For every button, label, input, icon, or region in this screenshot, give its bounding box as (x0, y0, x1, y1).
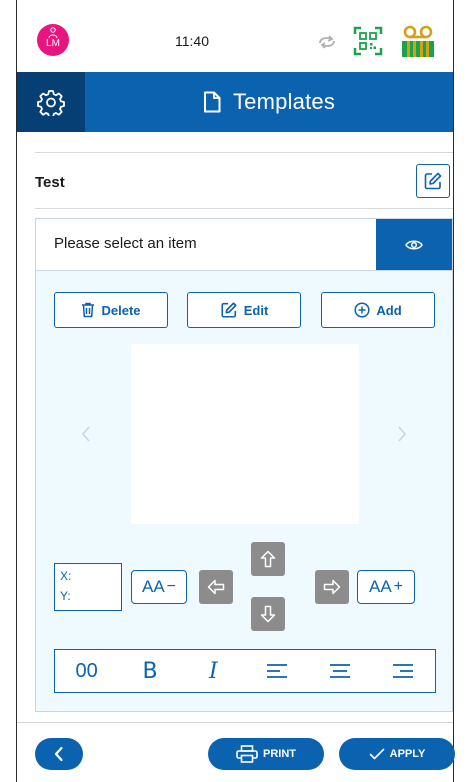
title-wrap: Templates (85, 72, 453, 132)
delete-button[interactable]: Delete (54, 292, 168, 328)
align-center-icon (329, 664, 350, 678)
coordinates-readout: X: Y: (54, 563, 122, 611)
font-increase-label: AA (368, 577, 392, 596)
status-bar: LM 11:40 (17, 0, 453, 72)
qr-code-icon[interactable] (353, 26, 383, 56)
move-right-button[interactable] (315, 570, 349, 604)
bold-button[interactable]: B (126, 651, 174, 691)
chevron-right-icon (398, 426, 407, 442)
edit-template-name-button[interactable] (416, 164, 450, 198)
align-left-button[interactable] (253, 651, 301, 691)
chevron-left-icon (81, 426, 90, 442)
edit-button[interactable]: Edit (187, 292, 301, 328)
item-selector[interactable]: Please select an item (35, 218, 453, 271)
move-left-button[interactable] (199, 570, 233, 604)
move-down-button[interactable] (251, 597, 285, 631)
move-up-button[interactable] (251, 542, 285, 576)
avatar[interactable]: LM (37, 24, 69, 56)
chevron-left-icon (54, 746, 63, 762)
frame-border-right (453, 0, 454, 782)
arrow-up-icon (260, 550, 276, 568)
print-label: PRINT (263, 748, 296, 760)
title-bar: Templates (17, 72, 453, 132)
voicemail-icon[interactable] (401, 24, 435, 58)
y-coordinate-label: Y: (60, 589, 71, 603)
font-decrease-op: − (166, 578, 177, 595)
x-coordinate-label: X: (60, 569, 72, 583)
checkmark-icon (369, 748, 384, 760)
delete-label: Delete (101, 302, 141, 318)
align-right-button[interactable] (379, 651, 427, 691)
arrow-down-icon (260, 605, 276, 623)
divider (35, 152, 453, 153)
edit-icon (221, 302, 237, 318)
align-right-icon (393, 664, 414, 678)
sync-icon[interactable] (315, 34, 339, 50)
font-decrease-label: AA (141, 577, 165, 596)
edit-icon (424, 172, 442, 190)
gear-icon (37, 90, 65, 116)
font-increase-op: + (393, 578, 404, 595)
preview-button[interactable] (376, 219, 452, 271)
previous-item-button[interactable] (76, 421, 96, 447)
avatar-initials: LM (46, 38, 60, 49)
page-title: Templates (232, 89, 336, 114)
item-selector-placeholder: Please select an item (54, 235, 197, 252)
label-canvas[interactable] (131, 344, 359, 524)
eye-icon (405, 240, 423, 250)
italic-button[interactable]: I (189, 651, 237, 691)
plus-circle-icon (354, 302, 370, 318)
clock: 11:40 (175, 33, 209, 49)
add-button[interactable]: Add (321, 292, 435, 328)
align-center-button[interactable] (316, 651, 364, 691)
counter-format-button[interactable]: 00 (63, 651, 111, 691)
next-item-button[interactable] (392, 421, 412, 447)
document-icon (203, 91, 221, 113)
edit-label: Edit (243, 302, 269, 318)
align-left-icon (266, 664, 287, 678)
trash-icon (82, 302, 95, 318)
apply-button[interactable]: APPLY (339, 738, 455, 770)
arrow-left-icon (207, 579, 225, 595)
template-name: Test (35, 174, 65, 191)
printer-icon (236, 745, 258, 763)
footer-divider (17, 722, 453, 723)
settings-button[interactable] (17, 72, 85, 132)
font-increase-button[interactable]: AA + (357, 570, 415, 604)
print-button[interactable]: PRINT (208, 738, 324, 770)
editor-panel: Delete Edit Add X: Y: AA − AA + 00 B I (35, 270, 453, 712)
apply-label: APPLY (389, 748, 426, 760)
divider (35, 208, 453, 209)
arrow-right-icon (323, 579, 341, 595)
format-toolbar: 00 B I (54, 649, 436, 693)
font-decrease-button[interactable]: AA − (131, 570, 187, 604)
back-button[interactable] (35, 738, 83, 770)
add-label: Add (376, 302, 402, 318)
